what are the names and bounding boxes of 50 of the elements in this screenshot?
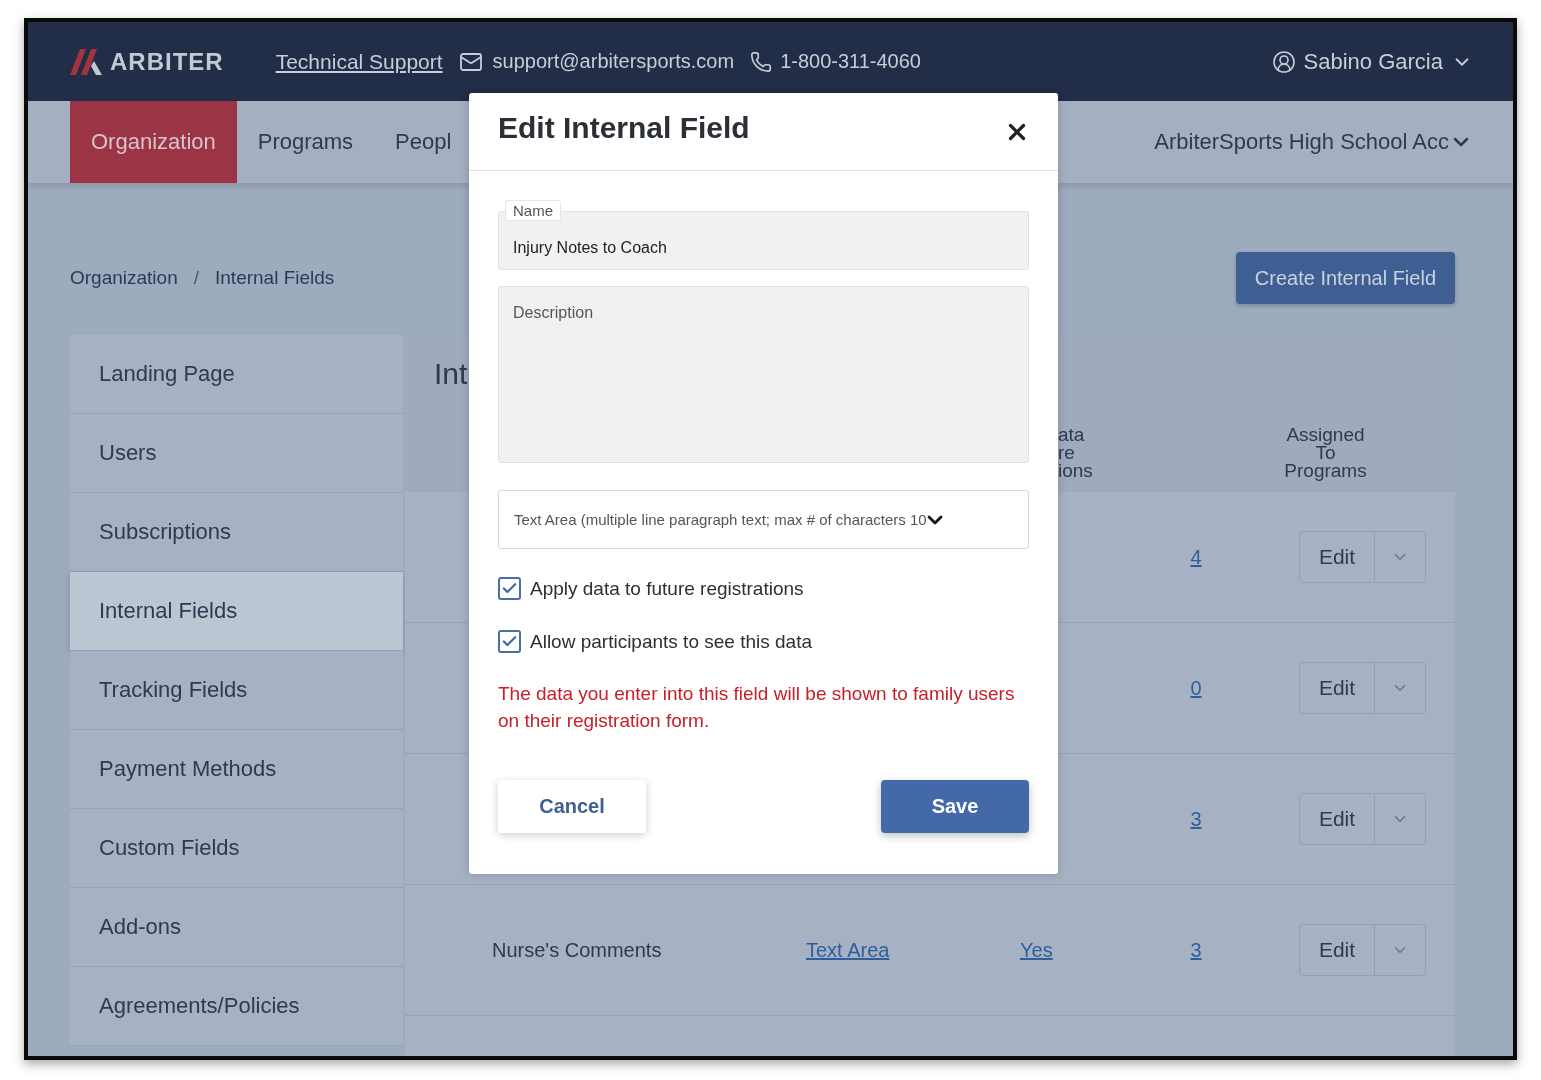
description-field[interactable]: Description xyxy=(498,286,1029,463)
edit-button[interactable]: Edit xyxy=(1300,925,1375,975)
checkbox[interactable] xyxy=(498,577,521,600)
checkbox-label: Allow participants to see this data xyxy=(530,630,812,653)
programs-count-link[interactable]: 0 xyxy=(1190,676,1202,700)
breadcrumb-separator: / xyxy=(193,267,199,289)
warning-text: The data you enter into this field will be shown to family users on their registration form. xyxy=(498,682,1016,733)
support-link[interactable]: Technical Support xyxy=(275,49,443,74)
user-menu[interactable]: Sabino Garcia xyxy=(1271,48,1473,75)
sidebar-item[interactable]: Agreements/Policies xyxy=(70,967,403,1046)
field-label: Name xyxy=(505,200,561,221)
breadcrumb-link[interactable]: Organization xyxy=(70,267,178,289)
sidebar-item[interactable]: Landing Page xyxy=(70,335,403,414)
breadcrumb-link[interactable]: Internal Fields xyxy=(215,267,335,289)
create-field-button[interactable]: Create Internal Field xyxy=(1235,252,1455,304)
nav-tab[interactable]: Peopl xyxy=(374,101,473,183)
panel-title: Int xyxy=(433,357,469,391)
sidebar-item[interactable]: Custom Fields xyxy=(70,809,403,888)
phone-icon xyxy=(750,50,773,73)
edit-button[interactable]: Edit xyxy=(1300,532,1375,582)
table-cell-text: Nurse's Comments xyxy=(492,938,663,962)
phone-text: 1-800-311-4060 xyxy=(780,50,921,73)
logo-icon xyxy=(70,48,102,75)
nav-tab[interactable]: Programs xyxy=(236,101,375,183)
email-text: support@arbitersports.com xyxy=(492,50,735,73)
column-header: Assigned To Programs xyxy=(1283,426,1368,480)
checkbox-label: Apply data to future registrations xyxy=(530,577,804,600)
sidebar-item[interactable]: Payment Methods xyxy=(70,730,403,809)
programs-count-link[interactable]: 4 xyxy=(1190,545,1202,569)
logo-wordmark: ARBITER xyxy=(110,47,224,76)
nav-tab[interactable]: Organization xyxy=(70,101,237,183)
save-button[interactable]: Save xyxy=(881,780,1029,833)
sidebar-item[interactable]: Add-ons xyxy=(70,888,403,967)
cancel-button[interactable]: Cancel xyxy=(498,780,646,833)
programs-count-link[interactable]: 3 xyxy=(1190,807,1202,831)
column-header: ata re ions xyxy=(1058,426,1094,480)
type-link[interactable]: Text Area xyxy=(806,938,890,962)
sidebar-item[interactable]: Subscriptions xyxy=(70,493,403,572)
account-dropdown[interactable]: ArbiterSports High School Acc xyxy=(1154,101,1473,183)
type-select[interactable]: Text Area (multiple line paragraph text; max # of characters 10 xyxy=(498,490,1029,549)
data-link[interactable]: Yes xyxy=(1020,938,1053,962)
sidebar-item[interactable]: Tracking Fields xyxy=(70,651,403,730)
edit-button[interactable]: Edit xyxy=(1300,663,1375,713)
dialog-title: Edit Internal Field xyxy=(498,110,750,145)
checkbox[interactable] xyxy=(498,630,521,653)
edit-button[interactable]: Edit xyxy=(1300,794,1375,844)
sidebar-item[interactable]: Users xyxy=(70,414,403,493)
user-icon xyxy=(1271,49,1296,74)
programs-count-link[interactable]: 3 xyxy=(1190,938,1202,962)
sidebar-item[interactable]: Internal Fields xyxy=(70,572,403,651)
